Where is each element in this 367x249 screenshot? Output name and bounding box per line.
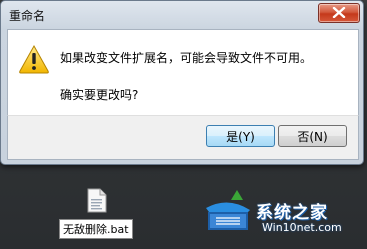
dialog-content: 如果改变文件扩展名，可能会导致文件不可用。 确实要更改吗? [7,29,359,116]
desktop: 重命名 如果改变文件扩展名，可能会导致文件不可用。 确实要更改吗? 是(Y) 否… [0,0,367,249]
title-bar[interactable]: 重命名 [1,1,363,29]
dialog-button-bar: 是(Y) 否(N) [7,115,359,160]
no-button[interactable]: 否(N) [278,125,347,147]
watermark-logo [206,190,250,230]
watermark-title: 系统之家 [256,203,328,223]
confirmation-question: 确实要更改吗? [60,88,139,102]
warning-message: 如果改变文件扩展名，可能会导致文件不可用。 [60,51,313,65]
dialog-title: 重命名 [9,9,46,23]
batch-file-icon [87,188,107,213]
file-name-label[interactable]: 无敌删除.bat [59,219,133,239]
watermark-url: Win10net.com [262,221,342,234]
close-icon [332,7,346,18]
warning-icon [19,44,49,74]
yes-button[interactable]: 是(Y) [206,125,275,147]
close-button[interactable] [318,3,360,23]
rename-warning-dialog: 重命名 如果改变文件扩展名，可能会导致文件不可用。 确实要更改吗? 是(Y) 否… [0,0,364,165]
